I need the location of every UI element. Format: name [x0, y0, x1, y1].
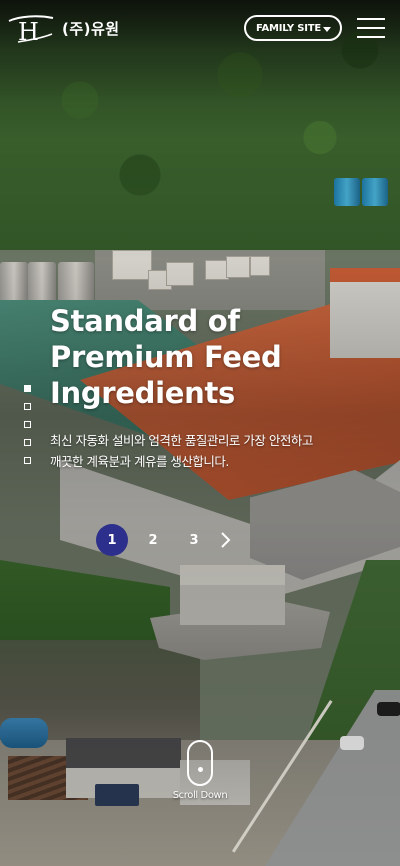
hamburger-menu-icon[interactable] [357, 18, 385, 38]
family-site-dropdown[interactable]: FAMILY SITE [244, 15, 342, 41]
hero-description-line: 최신 자동화 설비와 엄격한 품질관리로 가장 안전하고 [50, 433, 313, 448]
site-header: H (주)유원 FAMILY SITE [0, 0, 400, 56]
hero-title-line: Ingredients [50, 376, 236, 410]
scroll-down-label: Scroll Down [172, 790, 228, 801]
mouse-scroll-icon [187, 740, 213, 786]
scroll-down-button[interactable]: Scroll Down [168, 740, 232, 801]
logo-letter: H [18, 18, 39, 44]
family-site-label: FAMILY SITE [256, 22, 322, 34]
logo-swoosh-icon: H [8, 15, 54, 44]
chevron-right-icon[interactable] [217, 530, 233, 550]
logo-mark: H [8, 12, 54, 44]
side-indicator-dot-4[interactable] [24, 439, 31, 446]
caret-down-icon [323, 27, 331, 32]
page-button-2[interactable]: 2 [137, 524, 169, 556]
hero-title-line: Standard of [50, 304, 240, 338]
side-indicator-dot-2[interactable] [24, 403, 31, 410]
side-indicator-dot-1[interactable] [24, 385, 31, 392]
hero-title-line: Premium Feed [50, 340, 282, 374]
hero-title: Standard of Premium Feed Ingredients [50, 303, 370, 411]
side-indicator-dot-5[interactable] [24, 457, 31, 464]
logo[interactable]: H (주)유원 [8, 12, 120, 44]
hero-description: 최신 자동화 설비와 엄격한 품질관리로 가장 안전하고 깨끗한 계육분과 계유… [50, 430, 380, 472]
slide-pagination: 1 2 3 [96, 524, 233, 556]
side-indicator-dot-3[interactable] [24, 421, 31, 428]
page-button-1[interactable]: 1 [96, 524, 128, 556]
brand-name: (주)유원 [62, 19, 120, 38]
hero-description-line: 깨끗한 계육분과 계유를 생산합니다. [50, 454, 229, 469]
page-button-3[interactable]: 3 [178, 524, 210, 556]
side-indicator [24, 385, 34, 475]
